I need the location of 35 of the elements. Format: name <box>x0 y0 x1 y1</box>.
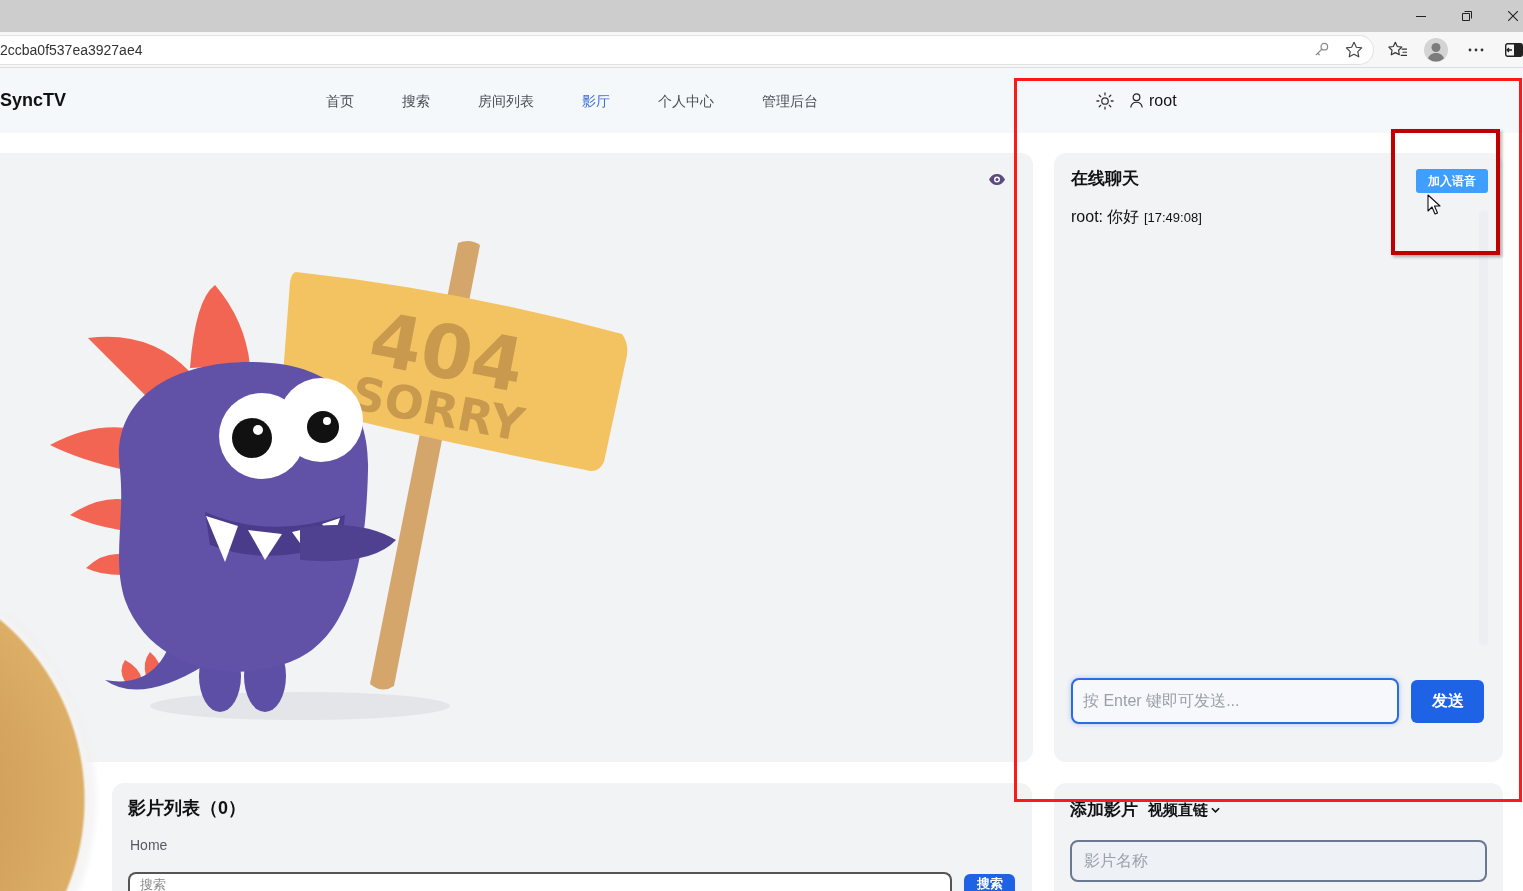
nav-link[interactable]: 影厅 <box>582 90 610 111</box>
nav-link[interactable]: 搜索 <box>402 90 430 111</box>
favorites-icon[interactable] <box>1388 40 1408 59</box>
chevron-down-icon <box>1211 807 1220 813</box>
send-button[interactable]: 发送 <box>1411 679 1484 723</box>
minimize-icon[interactable] <box>1416 15 1426 17</box>
chat-message: root: 你好 [17:49:08] <box>1071 207 1202 227</box>
eye-icon <box>989 174 1005 185</box>
user-icon <box>1130 93 1143 108</box>
sun-icon[interactable] <box>1096 91 1114 110</box>
cursor-icon <box>1427 194 1441 215</box>
breadcrumb-link[interactable]: Home <box>130 835 168 855</box>
source-dropdown[interactable]: 视频直链 <box>1148 800 1220 820</box>
sidebar-icon[interactable] <box>1505 42 1523 57</box>
close-icon[interactable] <box>1508 11 1518 21</box>
address-bar[interactable]: 2ccba0f537ea3927ae4 <box>0 34 1374 65</box>
chat-input[interactable]: 按 Enter 键即可发送... <box>1071 678 1399 724</box>
chat-title: 在线聊天 <box>1071 168 1139 190</box>
search-field[interactable]: 搜索 <box>128 872 952 891</box>
restore-icon[interactable] <box>1462 11 1472 21</box>
scrollbar-track[interactable] <box>1479 210 1488 646</box>
star-icon[interactable] <box>1345 40 1363 59</box>
user-menu[interactable]: root <box>1130 91 1177 110</box>
nav-link[interactable]: 房间列表 <box>478 90 534 111</box>
more-icon[interactable] <box>1468 47 1484 52</box>
key-icon[interactable] <box>1314 42 1329 57</box>
nav-link[interactable]: 管理后台 <box>762 90 818 111</box>
nav-link[interactable]: 首页 <box>326 90 354 111</box>
movie-list-title: 影片列表（0） <box>128 797 246 820</box>
nav-link[interactable]: 个人中心 <box>658 90 714 111</box>
brand-name[interactable]: SyncTV <box>0 90 67 111</box>
search-button[interactable]: 搜索 <box>964 874 1015 891</box>
add-movie-title: 添加影片 <box>1070 799 1138 821</box>
profile-avatar-icon[interactable] <box>1424 37 1448 62</box>
movie-name-field[interactable]: 影片名称 <box>1070 840 1487 882</box>
